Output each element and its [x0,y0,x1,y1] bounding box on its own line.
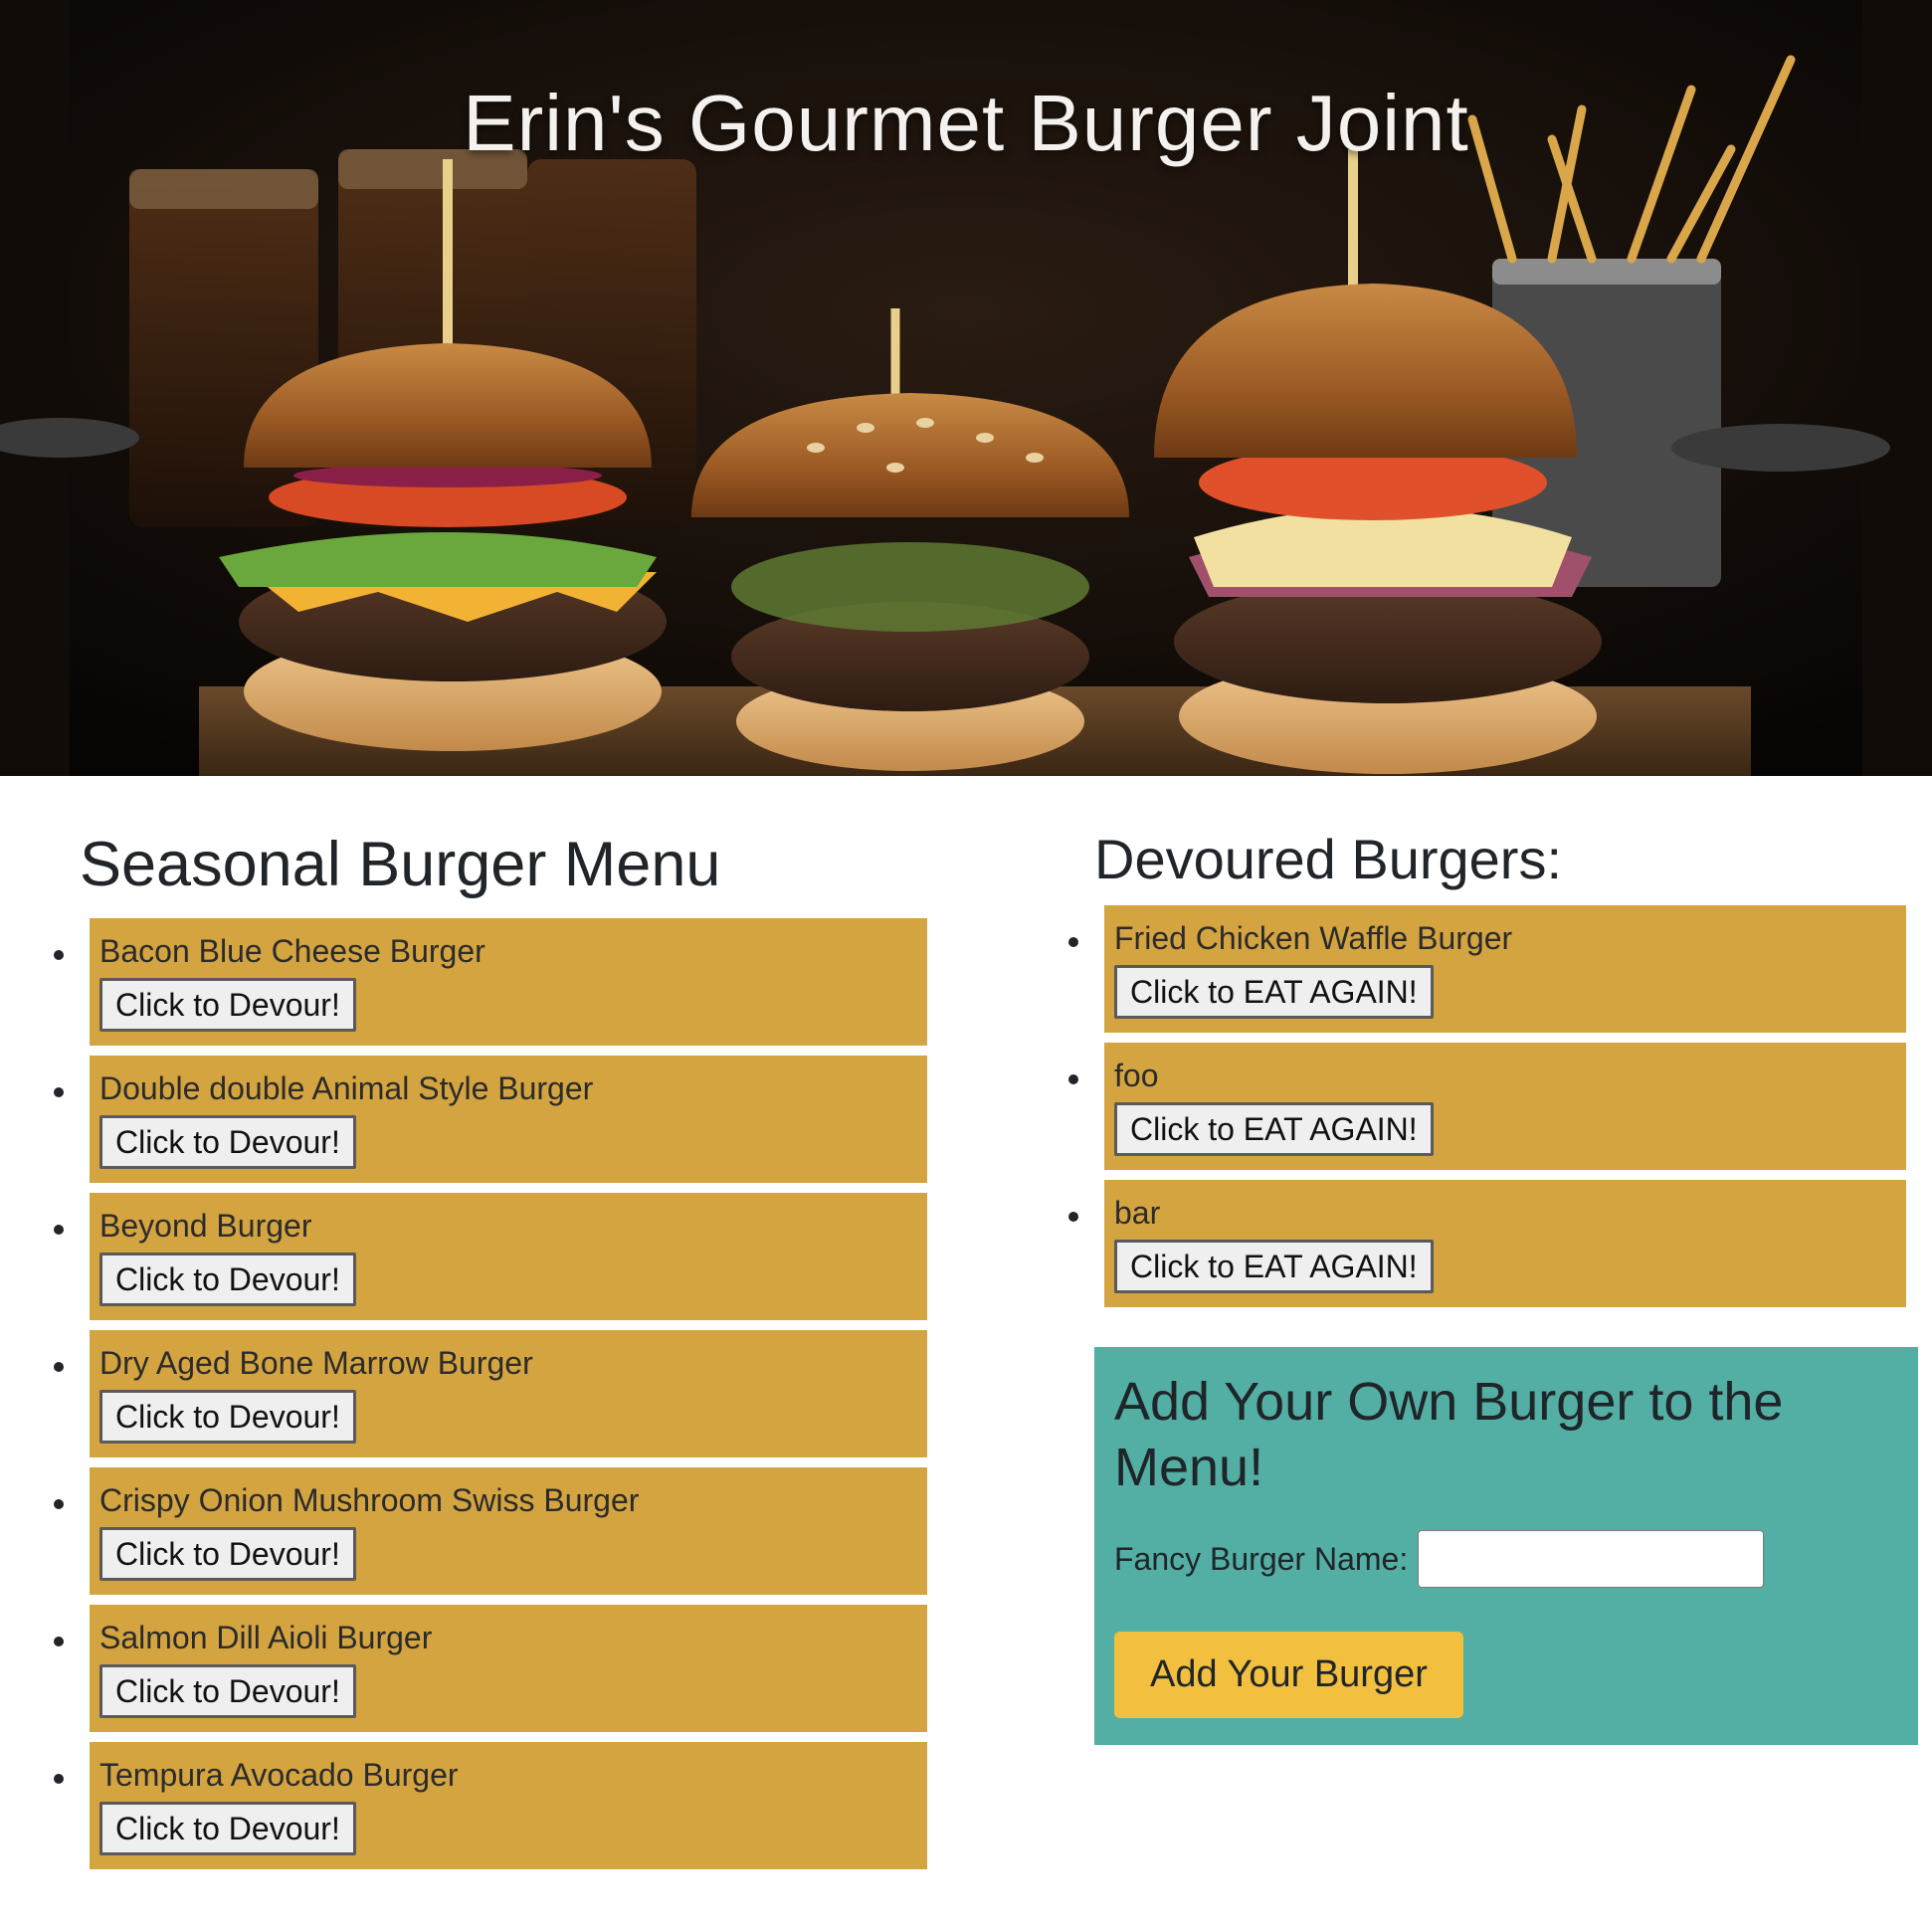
menu-column: Seasonal Burger Menu Bacon Blue Cheese B… [54,776,935,1879]
devoured-list: Fried Chicken Waffle Burger Click to EAT… [1068,905,1920,1307]
burger-name: Bacon Blue Cheese Burger [99,933,485,969]
menu-item: Tempura Avocado Burger Click to Devour! [54,1742,927,1869]
bullet-icon [54,1499,64,1509]
burger-name: Fried Chicken Waffle Burger [1114,920,1513,956]
menu-item: Dry Aged Bone Marrow Burger Click to Dev… [54,1330,927,1457]
devour-button[interactable]: Click to Devour! [99,1253,356,1306]
burger-name: bar [1114,1195,1161,1231]
devoured-item: Fried Chicken Waffle Burger Click to EAT… [1068,905,1906,1033]
menu-item: Double double Animal Style Burger Click … [54,1056,927,1183]
devour-button[interactable]: Click to Devour! [99,1802,356,1855]
bullet-icon [54,1637,64,1646]
eat-again-button[interactable]: Click to EAT AGAIN! [1114,1102,1434,1156]
add-burger-heading: Add Your Own Burger to the Menu! [1114,1372,1784,1497]
burger-name: Crispy Onion Mushroom Swiss Burger [99,1482,640,1518]
menu-list: Bacon Blue Cheese Burger Click to Devour… [54,918,935,1869]
devoured-item: bar Click to EAT AGAIN! [1068,1180,1906,1307]
bullet-icon [1068,937,1078,947]
menu-item: Crispy Onion Mushroom Swiss Burger Click… [54,1467,927,1595]
hero-banner: Erin's Gourmet Burger Joint [0,0,1932,776]
burger-name: Salmon Dill Aioli Burger [99,1620,433,1655]
menu-item: Bacon Blue Cheese Burger Click to Devour… [54,918,927,1046]
bullet-icon [54,950,64,960]
burger-name-row: Fancy Burger Name: [1114,1530,1898,1588]
devoured-heading: Devoured Burgers: [1094,828,1563,890]
burger-name: foo [1114,1058,1159,1093]
devour-button[interactable]: Click to Devour! [99,1115,356,1169]
menu-heading: Seasonal Burger Menu [80,830,721,899]
devour-button[interactable]: Click to Devour! [99,1527,356,1581]
devoured-item: foo Click to EAT AGAIN! [1068,1043,1906,1170]
burger-name: Beyond Burger [99,1208,312,1244]
devour-button[interactable]: Click to Devour! [99,978,356,1032]
eat-again-button[interactable]: Click to EAT AGAIN! [1114,1240,1434,1293]
bullet-icon [54,1774,64,1784]
burger-name-input[interactable] [1418,1530,1765,1588]
bullet-icon [1068,1212,1078,1222]
bullet-icon [54,1225,64,1235]
bullet-icon [1068,1074,1078,1084]
burger-name: Double double Animal Style Burger [99,1070,594,1106]
menu-item: Beyond Burger Click to Devour! [54,1193,927,1320]
burger-name: Dry Aged Bone Marrow Burger [99,1345,533,1381]
bullet-icon [54,1087,64,1097]
devour-button[interactable]: Click to Devour! [99,1664,356,1718]
bullet-icon [54,1362,64,1372]
add-burger-button[interactable]: Add Your Burger [1114,1632,1463,1718]
burger-name-label: Fancy Burger Name: [1114,1540,1409,1577]
burger-name: Tempura Avocado Burger [99,1757,459,1793]
eat-again-button[interactable]: Click to EAT AGAIN! [1114,965,1434,1019]
devour-button[interactable]: Click to Devour! [99,1390,356,1444]
page-title: Erin's Gourmet Burger Joint [463,79,1469,167]
menu-item: Salmon Dill Aioli Burger Click to Devour… [54,1605,927,1732]
add-burger-form: Add Your Own Burger to the Menu! Fancy B… [1094,1347,1918,1745]
devoured-column: Devoured Burgers: Fried Chicken Waffle B… [1068,776,1920,1317]
